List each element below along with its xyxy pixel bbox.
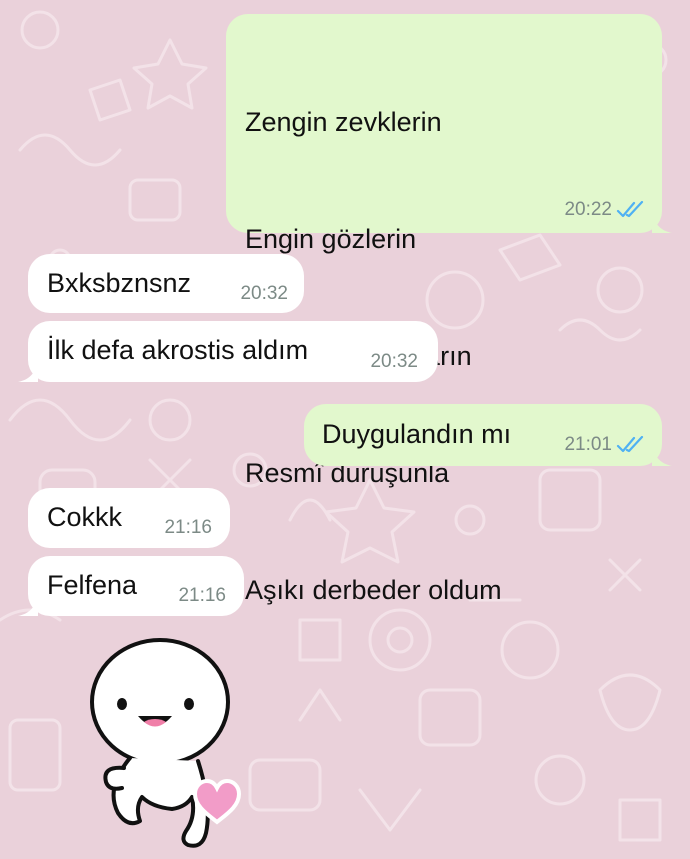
message-time: 21:16 bbox=[178, 585, 226, 606]
message-meta: 20:32 bbox=[240, 283, 288, 305]
message-text: Bxksbznsnz bbox=[47, 268, 192, 298]
message-text: Felfena bbox=[47, 570, 138, 600]
message-bubble-incoming[interactable]: İlk defa akrostis aldım 20:32 bbox=[18, 321, 438, 382]
bubble-tail bbox=[652, 211, 672, 233]
message-bubble-incoming[interactable]: Felfena 21:16 bbox=[18, 556, 244, 616]
bubble-tail bbox=[18, 594, 38, 616]
message-meta: 21:16 bbox=[178, 585, 226, 607]
message-text: İlk defa akrostis aldım bbox=[47, 335, 309, 365]
message-line: Zengin zevklerin bbox=[245, 107, 442, 137]
bubble-tail bbox=[652, 444, 672, 466]
message-bubble-outgoing[interactable]: Zengin zevklerin Engin gözlerin Hararetl… bbox=[226, 14, 672, 605]
message-bubble-outgoing[interactable]: Duygulandın mı 21:01 bbox=[304, 404, 672, 466]
message-text: Cokkk bbox=[47, 502, 123, 532]
message-time: 20:32 bbox=[370, 351, 418, 372]
double-check-read-icon bbox=[616, 436, 644, 453]
message-bubble-incoming[interactable]: Cokkk 21:16 bbox=[28, 488, 230, 548]
double-check-read-icon bbox=[616, 201, 644, 218]
message-meta: 20:22 bbox=[564, 199, 646, 221]
message-time: 21:01 bbox=[564, 434, 612, 455]
white-blob-character-with-heart-sticker[interactable] bbox=[80, 636, 250, 851]
bubble-tail bbox=[18, 360, 38, 382]
message-meta: 21:16 bbox=[164, 517, 212, 539]
message-time: 20:32 bbox=[240, 283, 288, 304]
message-meta: 20:32 bbox=[370, 351, 418, 373]
message-time: 21:16 bbox=[164, 517, 212, 538]
message-line: Aşıkı derbeder oldum bbox=[245, 575, 502, 605]
message-time: 20:22 bbox=[564, 199, 612, 220]
message-meta: 21:01 bbox=[564, 434, 646, 456]
message-text: Duygulandın mı bbox=[322, 419, 512, 449]
message-bubble-incoming[interactable]: Bxksbznsnz 20:32 bbox=[28, 254, 304, 313]
